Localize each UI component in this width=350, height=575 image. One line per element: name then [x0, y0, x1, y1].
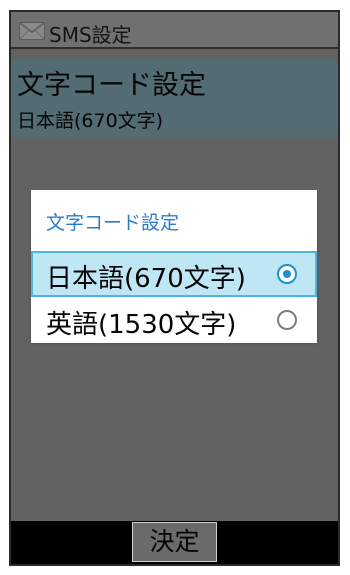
- option-english[interactable]: 英語(1530文字): [31, 297, 317, 343]
- character-code-dialog: 文字コード設定 日本語(670文字) 英語(1530文字): [31, 190, 317, 343]
- option-label: 日本語(670文字): [46, 264, 246, 294]
- page-title: SMS設定: [49, 23, 132, 47]
- phone-screen: SMS設定 文字コード設定 日本語(670文字) 文字コード設定 日本語(670…: [9, 10, 340, 566]
- option-label: 英語(1530文字): [46, 310, 237, 340]
- setting-item-title: 文字コード設定: [17, 70, 206, 101]
- envelope-icon: [19, 22, 45, 40]
- dialog-title: 文字コード設定: [46, 212, 180, 234]
- radio-selected-icon[interactable]: [277, 264, 297, 284]
- title-bar: SMS設定: [11, 12, 338, 49]
- radio-unselected-icon[interactable]: [277, 310, 297, 330]
- setting-item-value: 日本語(670文字): [17, 110, 164, 132]
- confirm-softkey-button[interactable]: 決定: [132, 522, 217, 562]
- setting-item-character-code[interactable]: 文字コード設定 日本語(670文字): [11, 59, 338, 137]
- softkey-bar: 決定: [11, 521, 338, 564]
- option-japanese[interactable]: 日本語(670文字): [31, 251, 317, 297]
